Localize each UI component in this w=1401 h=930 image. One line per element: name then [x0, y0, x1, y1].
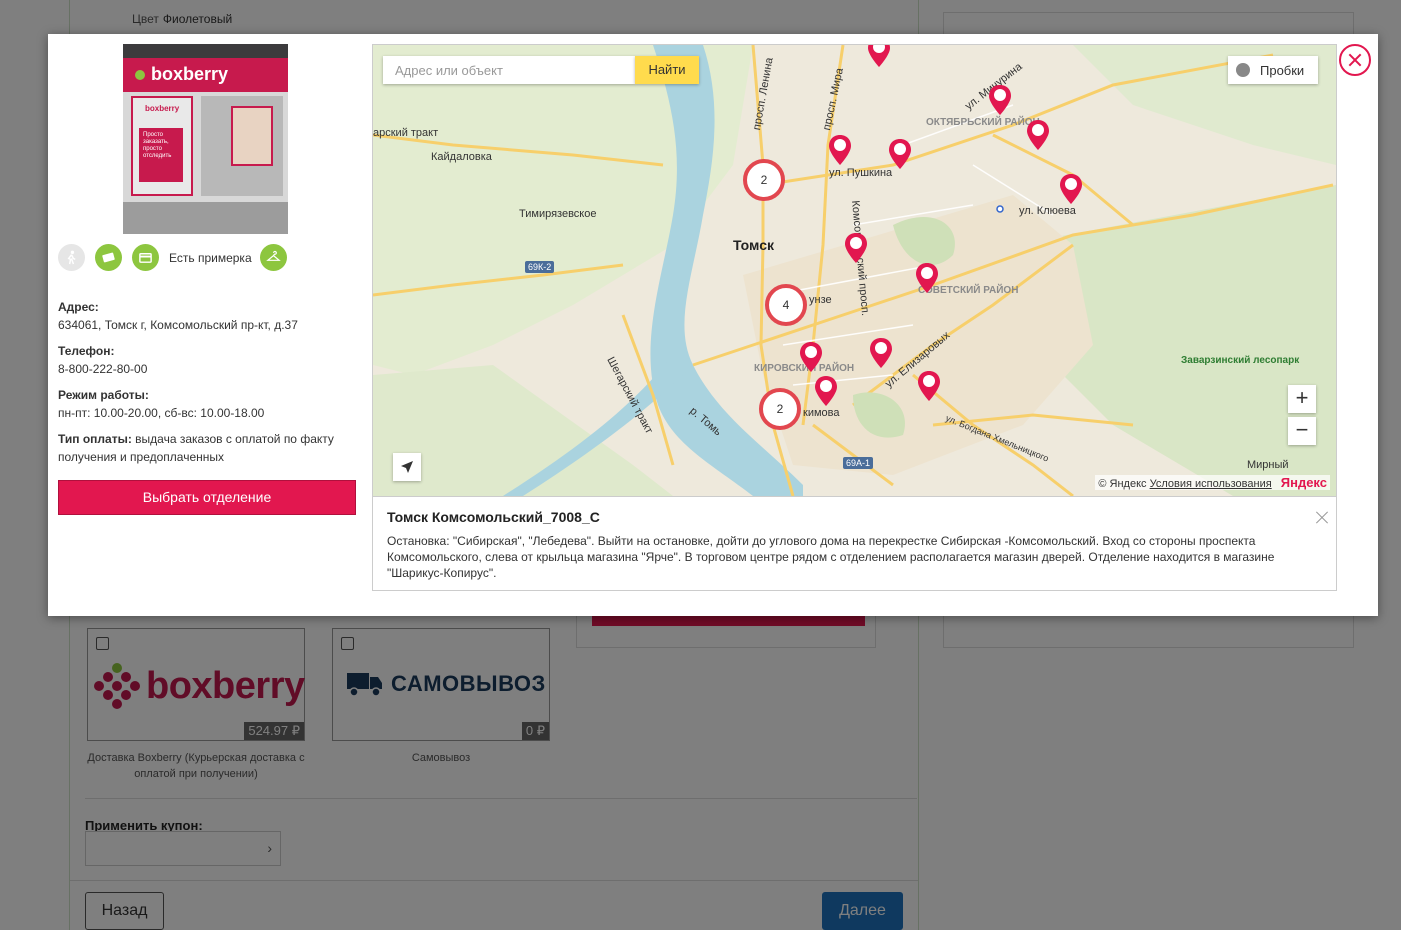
cash-icon [95, 244, 122, 271]
map-label-city: Томск [733, 237, 775, 253]
store-photo: boxberry boxberry Просто заказать, прост… [123, 44, 288, 234]
payment-label: Тип оплаты: [58, 432, 132, 446]
map-label: Тимирязевское [519, 208, 597, 220]
feature-icons: Есть примерка [58, 244, 297, 271]
pickup-point-balloon: Томск Комсомольский_7008_С Остановка: "С… [373, 496, 1336, 590]
map-label: кимова [803, 407, 840, 419]
pickup-pin[interactable] [868, 45, 890, 67]
store-door: boxberry Просто заказать, просто отследи… [131, 96, 193, 196]
phone-value: 8-800-222-80-00 [58, 362, 148, 376]
balloon-close-icon[interactable] [1314, 511, 1328, 525]
yandex-logo: Яндекс [1280, 475, 1327, 490]
modal-close-button[interactable] [1339, 44, 1371, 76]
pickup-pin[interactable] [870, 338, 892, 368]
phone-label: Телефон: [58, 344, 115, 358]
pickup-pin[interactable] [800, 342, 822, 372]
hanger-icon [259, 244, 287, 271]
pickup-pin[interactable] [989, 85, 1011, 115]
map-copyright: © Яндекс Условия использования Яндекс [1095, 475, 1330, 490]
address-value: 634061, Томск г, Комсомольский пр-кт, д.… [58, 318, 298, 332]
map-find-button[interactable]: Найти [635, 56, 699, 84]
pickup-pin[interactable] [889, 139, 911, 169]
map-label: ул. Клюева [1019, 205, 1076, 217]
address-label: Адрес: [58, 300, 99, 314]
zoom-out-button[interactable]: − [1288, 417, 1316, 445]
terms-link[interactable]: Условия использования [1150, 478, 1272, 490]
pin-cluster[interactable]: 2 [759, 388, 801, 430]
hours-value: пн-пт: 10.00-20.00, сб-вс: 10.00-18.00 [58, 406, 265, 420]
hours-label: Режим работы: [58, 388, 149, 402]
map-label-district: ОКТЯБРЬСКИЙ РАЙОН [926, 117, 1040, 128]
store-sign: boxberry [123, 58, 288, 92]
pickup-point-modal: boxberry boxberry Просто заказать, прост… [48, 34, 1378, 616]
pin-cluster[interactable]: 2 [743, 159, 785, 201]
map-label: арский тракт [373, 127, 439, 139]
fitting-label: Есть примерка [169, 250, 252, 265]
pickup-pin[interactable] [829, 135, 851, 165]
balloon-title: Томск Комсомольский_7008_С [387, 509, 600, 525]
zoom-in-button[interactable]: + [1288, 385, 1316, 413]
traffic-button[interactable]: Пробки [1228, 56, 1318, 84]
choose-branch-button[interactable]: Выбрать отделение [58, 480, 356, 515]
map-widget: арский тракт Кайдаловка Тимирязевское То… [372, 44, 1337, 591]
pin-cluster[interactable]: 4 [765, 284, 807, 326]
balloon-description: Остановка: "Сибирская", "Лебедева". Выйт… [387, 534, 1275, 580]
yandex-map[interactable]: арский тракт Кайдаловка Тимирязевское То… [373, 45, 1336, 496]
road-shield: 69А-1 [843, 457, 874, 469]
pickup-pin[interactable] [1027, 120, 1049, 150]
map-label-park: Заварзинский лесопарк [1181, 355, 1300, 366]
pickup-pin[interactable] [916, 263, 938, 293]
map-label: унзе [809, 294, 832, 306]
road-shield: 69К-2 [525, 261, 555, 273]
map-label: Кайдаловка [431, 151, 492, 163]
pickup-pin[interactable] [1060, 174, 1082, 204]
pickup-pin[interactable] [845, 233, 867, 263]
pickup-pin[interactable] [918, 371, 940, 401]
geolocation-button[interactable] [393, 453, 421, 481]
store-window [201, 96, 283, 196]
pickup-point-info: Адрес: 634061, Томск г, Комсомольский пр… [58, 298, 358, 474]
walk-icon [58, 244, 85, 271]
map-label: Мирный [1247, 459, 1289, 471]
traffic-light-icon [1236, 63, 1250, 77]
map-label: ул. Пушкина [829, 167, 893, 179]
location-arrow-icon [401, 461, 413, 473]
map-search-input[interactable]: Адрес или объект [383, 56, 635, 84]
pickup-pin[interactable] [815, 376, 837, 406]
card-icon [132, 244, 159, 271]
store-sign-text: boxberry [151, 64, 229, 84]
